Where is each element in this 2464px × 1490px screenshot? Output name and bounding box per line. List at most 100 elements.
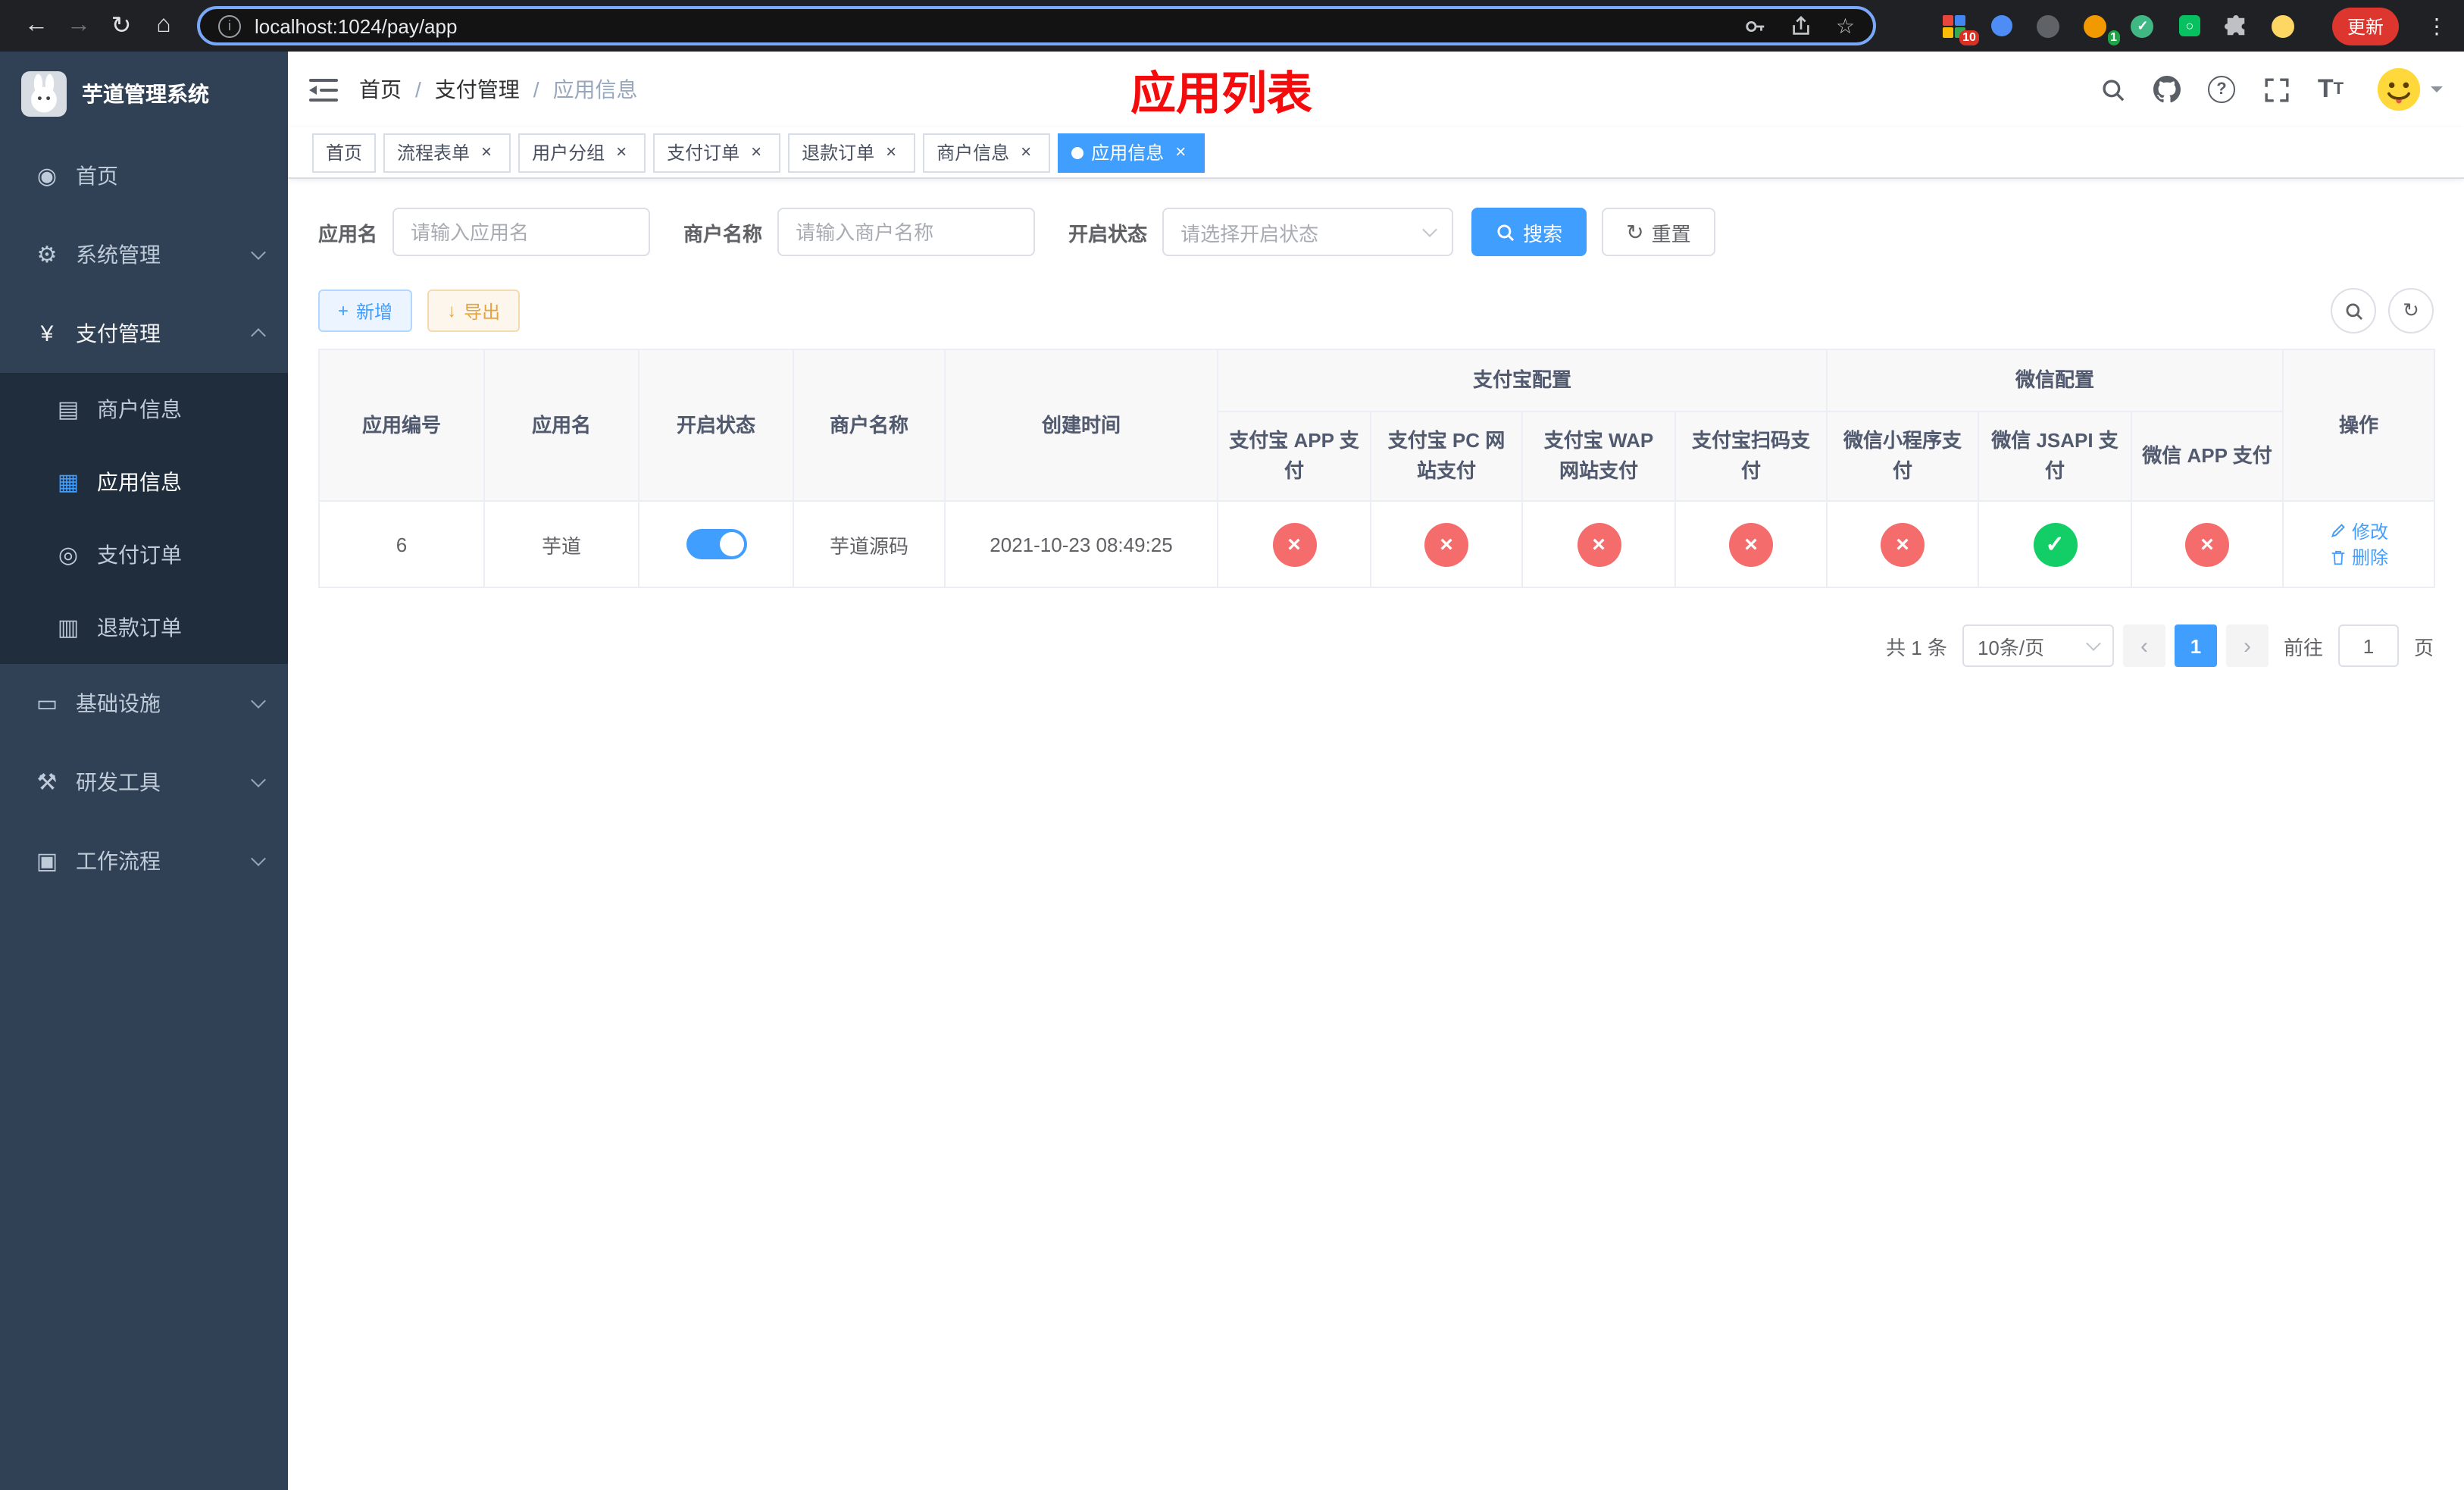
sidebar-item-app-info[interactable]: ▦ 应用信息 [0,446,288,518]
payment-submenu: ▤ 商户信息 ▦ 应用信息 ◎ 支付订单 ▥ 退款订单 [0,373,288,664]
browser-update-button[interactable]: 更新 [2331,7,2399,45]
tab-app-info[interactable]: 应用信息 × [1058,133,1205,172]
top-navbar: 首页 / 支付管理 / 应用信息 应用列表 ? T T [288,52,2464,127]
breadcrumb-separator: / [533,77,539,102]
font-size-icon[interactable]: TT [2309,68,2352,111]
tab-process-form[interactable]: 流程表单 × [383,133,511,172]
sidebar-item-pay-orders[interactable]: ◎ 支付订单 [0,518,288,591]
profile-extension-icon[interactable]: 1 [2082,12,2120,45]
extensions-area: 10 1 ✓ ○ 更新 ⋮ [1941,7,2449,45]
help-icon[interactable]: ? [2200,68,2243,111]
screen: ← → ↻ ⌂ i localhost:1024/pay/app ☆ 10 1 [0,0,2464,1490]
page-content: 应用名 商户名称 开启状态 请选择开启状态 搜索 ↻ 重置 [288,179,2464,1490]
refresh-table-button[interactable]: ↻ [2388,288,2434,333]
prev-page-button[interactable]: ‹ [2122,624,2165,668]
cell-app-id: 6 [318,500,485,589]
merchant-name-input[interactable] [777,208,1036,256]
bookmark-star-icon[interactable]: ☆ [1836,13,1855,39]
status-select[interactable]: 请选择开启状态 [1162,208,1454,256]
alipay-pc-status-icon: × [1424,522,1468,567]
col-alipay-wap: 支付宝 WAP 网站支付 [1521,411,1676,502]
vue-devtools-icon[interactable]: ✓ [2129,12,2156,39]
col-wechat-mini: 微信小程序支付 [1826,411,1980,502]
refresh-icon: ↻ [1626,220,1644,244]
sidebar-item-refund-orders[interactable]: ▥ 退款订单 [0,591,288,664]
extension-dark-icon[interactable] [2035,12,2062,39]
browser-back-icon[interactable]: ← [15,5,58,47]
toggle-search-button[interactable] [2331,288,2376,333]
sidebar-item-home[interactable]: ◉ 首页 [0,136,288,215]
briefcase-icon: ▣ [36,849,58,875]
tags-view-bar: 首页 流程表单 × 用户分组 × 支付订单 × 退款订单 × 商户信息 × 应用信息 × [288,127,2464,179]
password-key-icon[interactable] [1745,14,1768,37]
tab-refund-orders[interactable]: 退款订单 × [788,133,916,172]
app-name-input[interactable] [392,208,651,256]
close-icon[interactable]: × [1170,141,1191,163]
sidebar-item-workflow[interactable]: ▣ 工作流程 [0,822,288,900]
emoji-extension-icon[interactable] [2270,12,2297,39]
enabled-toggle[interactable] [686,529,746,560]
sidebar-item-payment[interactable]: ¥ 支付管理 [0,294,288,373]
goto-page-input[interactable] [2337,624,2399,668]
group-alipay-config: 支付宝配置 [1216,348,1828,413]
sidebar-item-devtools[interactable]: ⚒ 研发工具 [0,743,288,822]
tab-user-group[interactable]: 用户分组 × [518,133,646,172]
url-bar[interactable]: i localhost:1024/pay/app ☆ [197,6,1876,45]
close-icon[interactable]: × [476,141,497,163]
alipay-app-status-icon: × [1272,522,1316,567]
breadcrumb-home[interactable]: 首页 [359,74,402,105]
extension-pin-icon[interactable] [1988,12,2015,39]
active-dot [1071,146,1084,158]
total-count: 共 1 条 [1886,636,1947,659]
export-button[interactable]: ↓ 导出 [427,290,521,332]
browser-forward-icon[interactable]: → [58,5,100,47]
chevron-down-icon [251,245,266,260]
alipay-wap-status-icon: × [1577,522,1621,567]
tab-pay-orders[interactable]: 支付订单 × [653,133,781,172]
browser-menu-icon[interactable]: ⋮ [2425,13,2449,39]
cell-merchant: 芋道源码 [793,500,946,589]
browser-home-icon[interactable]: ⌂ [142,5,185,47]
close-icon[interactable]: × [611,141,632,163]
user-menu[interactable] [2376,67,2443,112]
reset-button[interactable]: ↻ 重置 [1602,208,1715,256]
close-icon[interactable]: × [880,141,902,163]
share-icon[interactable] [1790,14,1813,37]
search-icon[interactable] [2091,68,2134,111]
chevron-down-icon [1422,222,1437,237]
add-button[interactable]: + 新增 [318,290,413,332]
breadcrumb-payment[interactable]: 支付管理 [435,74,520,105]
logo-avatar [21,71,67,117]
col-created: 创建时间 [944,348,1218,502]
col-app-id: 应用编号 [318,348,485,502]
next-page-button[interactable]: › [2225,624,2269,668]
delete-link[interactable]: 删除 [2329,545,2388,571]
edit-link[interactable]: 修改 [2329,518,2388,544]
wechat-devtools-icon[interactable]: ○ [2176,12,2203,39]
browser-refresh-icon[interactable]: ↻ [100,5,142,47]
col-alipay-app: 支付宝 APP 支付 [1217,411,1371,502]
github-icon[interactable] [2146,68,2188,111]
page-size-select[interactable]: 10条/页 [1962,624,2114,668]
tab-merchant-info[interactable]: 商户信息 × [923,133,1051,172]
sidebar-item-system[interactable]: ⚙ 系统管理 [0,215,288,294]
site-info-icon[interactable]: i [218,14,241,37]
sidebar-fold-icon[interactable] [288,77,359,102]
profile-badge: 1 [2107,30,2120,45]
sidebar-item-merchant-info[interactable]: ▤ 商户信息 [0,373,288,446]
extension-grid-icon[interactable]: 10 [1941,12,1979,45]
wechat-app-status-icon: × [2185,522,2230,567]
close-icon[interactable]: × [746,141,767,163]
fullscreen-icon[interactable] [2255,68,2297,111]
tab-home[interactable]: 首页 [312,133,377,172]
close-icon[interactable]: × [1015,141,1037,163]
app-logo[interactable]: 芋道管理系统 [0,52,288,136]
table-toolbar: + 新增 ↓ 导出 ↻ [318,288,2434,333]
puzzle-icon[interactable] [2223,12,2250,39]
goto-label: 前往 [2283,636,2323,659]
search-button[interactable]: 搜索 [1471,208,1587,256]
wechat-mini-status-icon: × [1881,522,1925,567]
page-number-button[interactable]: 1 [2174,624,2217,668]
sidebar-item-infrastructure[interactable]: ▭ 基础设施 [0,664,288,743]
col-alipay-pc: 支付宝 PC 网站支付 [1370,411,1523,502]
